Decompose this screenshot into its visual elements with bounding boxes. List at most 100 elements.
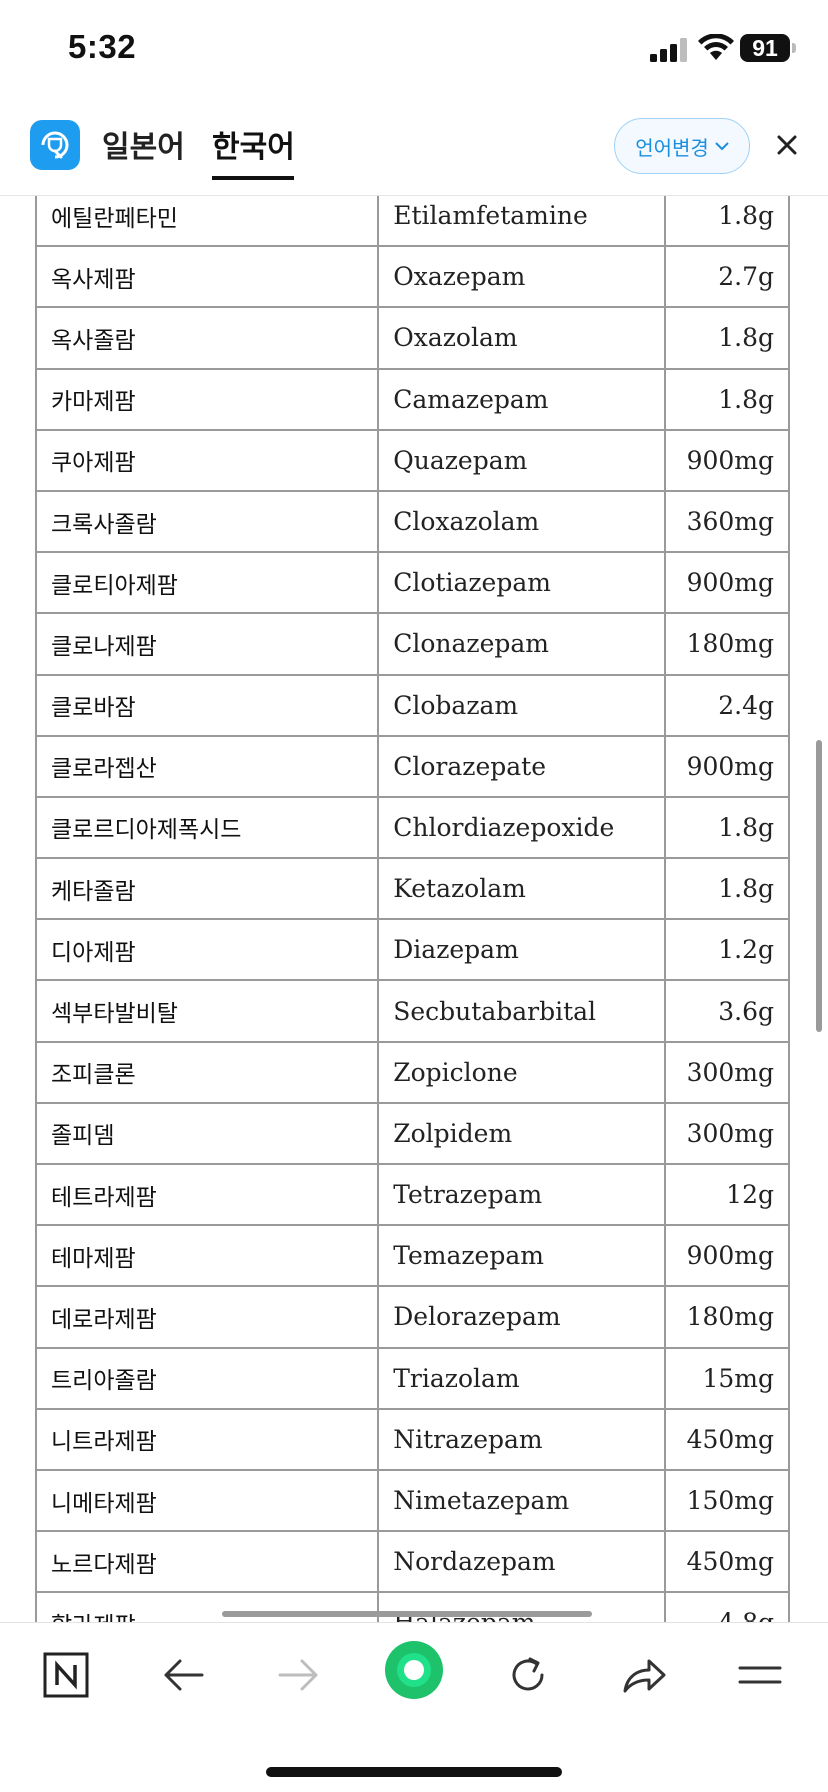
amount-cell: 1.2g xyxy=(664,918,790,982)
table-row: 클로티아제팜 Clotiazepam 900mg xyxy=(34,551,790,615)
back-arrow-icon xyxy=(164,1659,204,1691)
amount-cell: 450mg xyxy=(664,1530,790,1594)
table-row: 크록사졸람 Cloxazolam 360mg xyxy=(34,489,790,554)
amount-cell: 900mg xyxy=(664,734,790,798)
english-name-cell: Etilamfetamine xyxy=(377,196,667,248)
amount-cell: 900mg xyxy=(664,551,790,615)
english-name-cell: Chlordiazepoxide xyxy=(377,795,667,860)
english-name-cell: Temazepam xyxy=(377,1224,667,1288)
amount-cell: 1.8g xyxy=(664,857,790,921)
forward-arrow-icon xyxy=(278,1659,318,1691)
english-name-cell: Secbutabarbital xyxy=(377,979,667,1043)
table-row: 클로라젭산 Clorazepate 900mg xyxy=(34,734,790,798)
korean-name-cell: 클로나제팜 xyxy=(34,612,380,676)
korean-name-cell: 테마제팜 xyxy=(34,1224,380,1288)
korean-name-cell: 디아제팜 xyxy=(34,918,380,982)
amount-cell: 300mg xyxy=(664,1101,790,1166)
table-row: 카마제팜 Camazepam 1.8g xyxy=(34,367,790,431)
amount-cell: 150mg xyxy=(664,1468,790,1533)
refresh-icon xyxy=(512,1657,544,1691)
refresh-button[interactable] xyxy=(498,1645,558,1705)
battery-icon: 91 xyxy=(740,34,790,62)
green-dot-button[interactable] xyxy=(384,1640,444,1700)
english-name-cell: Triazolam xyxy=(377,1346,667,1410)
language-change-button[interactable]: 언어변경 xyxy=(614,118,750,174)
english-name-cell: Clotiazepam xyxy=(377,551,667,615)
english-name-cell: Nimetazepam xyxy=(377,1468,667,1533)
english-name-cell: Zolpidem xyxy=(377,1101,667,1166)
table-row: 테트라제팜 Tetrazepam 12g xyxy=(34,1162,790,1227)
korean-name-cell: 에틸란페타민 xyxy=(34,196,380,248)
amount-cell: 12g xyxy=(664,1162,790,1227)
horizontal-scrollbar[interactable] xyxy=(222,1611,592,1617)
amount-cell: 360mg xyxy=(664,489,790,554)
home-indicator[interactable] xyxy=(266,1767,562,1777)
amount-cell: 300mg xyxy=(664,1040,790,1104)
forward-button[interactable] xyxy=(268,1645,328,1705)
amount-cell: 4.8g xyxy=(664,1591,790,1622)
english-name-cell: Tetrazepam xyxy=(377,1162,667,1227)
share-icon xyxy=(623,1659,666,1693)
battery-tip xyxy=(792,43,796,53)
language-change-label: 언어변경 xyxy=(635,135,709,160)
table-row: 옥사제팜 Oxazepam 2.7g xyxy=(34,245,790,309)
table-row: 클로르디아제폭시드 Chlordiazepoxide 1.8g xyxy=(34,795,790,860)
korean-name-cell: 니트라제팜 xyxy=(34,1407,380,1471)
table-row: 조피클론 Zopiclone 300mg xyxy=(34,1040,790,1104)
korean-name-cell: 졸피뎀 xyxy=(34,1101,380,1166)
amount-cell: 900mg xyxy=(664,1224,790,1288)
amount-cell: 450mg xyxy=(664,1407,790,1471)
status-time: 5:32 xyxy=(68,28,137,65)
english-name-cell: Diazepam xyxy=(377,918,667,982)
table-row: 옥사졸람 Oxazolam 1.8g xyxy=(34,306,790,370)
page-content: 에틸란페타민 Etilamfetamine 1.8g 옥사제팜 Oxazepam 2.7g… xyxy=(0,196,828,1622)
table-row: 노르다제팜 Nordazepam 450mg xyxy=(34,1530,790,1594)
chevron-down-icon xyxy=(715,142,729,151)
close-icon[interactable] xyxy=(770,128,804,162)
amount-cell: 900mg xyxy=(664,428,790,492)
tab-japanese[interactable]: 일본어 xyxy=(102,122,185,166)
korean-name-cell: 클로라젭산 xyxy=(34,734,380,798)
browser-toolbar xyxy=(0,1622,828,1792)
share-button[interactable] xyxy=(614,1645,674,1705)
table-row: 졸피뎀 Zolpidem 300mg xyxy=(34,1101,790,1166)
korean-name-cell: 데로라제팜 xyxy=(34,1285,380,1349)
status-bar: 5:32 91 xyxy=(0,0,828,100)
korean-name-cell: 케타졸람 xyxy=(34,857,380,921)
table-row: 니트라제팜 Nitrazepam 450mg xyxy=(34,1407,790,1471)
menu-button[interactable] xyxy=(730,1645,790,1705)
table-row: 데로라제팜 Delorazepam 180mg xyxy=(34,1285,790,1349)
table-row: 니메타제팜 Nimetazepam 150mg xyxy=(34,1468,790,1533)
back-button[interactable] xyxy=(154,1645,214,1705)
table-row: 트리아졸람 Triazolam 15mg xyxy=(34,1346,790,1410)
amount-cell: 1.8g xyxy=(664,306,790,370)
korean-name-cell: 옥사제팜 xyxy=(34,245,380,309)
english-name-cell: Nordazepam xyxy=(377,1530,667,1594)
naver-home-button[interactable] xyxy=(36,1645,96,1705)
table-row: 쿠아제팜 Quazepam 900mg xyxy=(34,428,790,492)
green-dot-icon xyxy=(385,1641,443,1699)
korean-name-cell: 클로티아제팜 xyxy=(34,551,380,615)
english-name-cell: Delorazepam xyxy=(377,1285,667,1349)
english-name-cell: Ketazolam xyxy=(377,857,667,921)
english-name-cell: Cloxazolam xyxy=(377,489,667,554)
table-row: 할라제팜Halazepam4.8g xyxy=(34,1591,790,1622)
korean-name-cell: 섹부타발비탈 xyxy=(34,979,380,1043)
tab-korean[interactable]: 한국어 xyxy=(212,122,295,166)
english-name-cell: Clonazepam xyxy=(377,612,667,676)
drug-table: 에틸란페타민 Etilamfetamine 1.8g 옥사제팜 Oxazepam 2.7g… xyxy=(34,196,790,1622)
korean-name-cell: 카마제팜 xyxy=(34,367,380,431)
translator-logo-icon[interactable] xyxy=(30,120,80,170)
amount-cell: 2.4g xyxy=(664,673,790,737)
english-name-cell: Camazepam xyxy=(377,367,667,431)
active-tab-indicator xyxy=(212,176,294,180)
korean-name-cell: 테트라제팜 xyxy=(34,1162,380,1227)
korean-name-cell: 옥사졸람 xyxy=(34,306,380,370)
amount-cell: 2.7g xyxy=(664,245,790,309)
table-row: 케타졸람 Ketazolam 1.8g xyxy=(34,857,790,921)
korean-name-cell: 노르다제팜 xyxy=(34,1530,380,1594)
korean-name-cell: 할라제팜 xyxy=(34,1591,380,1622)
table-row: 테마제팜 Temazepam 900mg xyxy=(34,1224,790,1288)
vertical-scrollbar[interactable] xyxy=(816,740,822,1032)
amount-cell: 1.8g xyxy=(664,196,790,248)
